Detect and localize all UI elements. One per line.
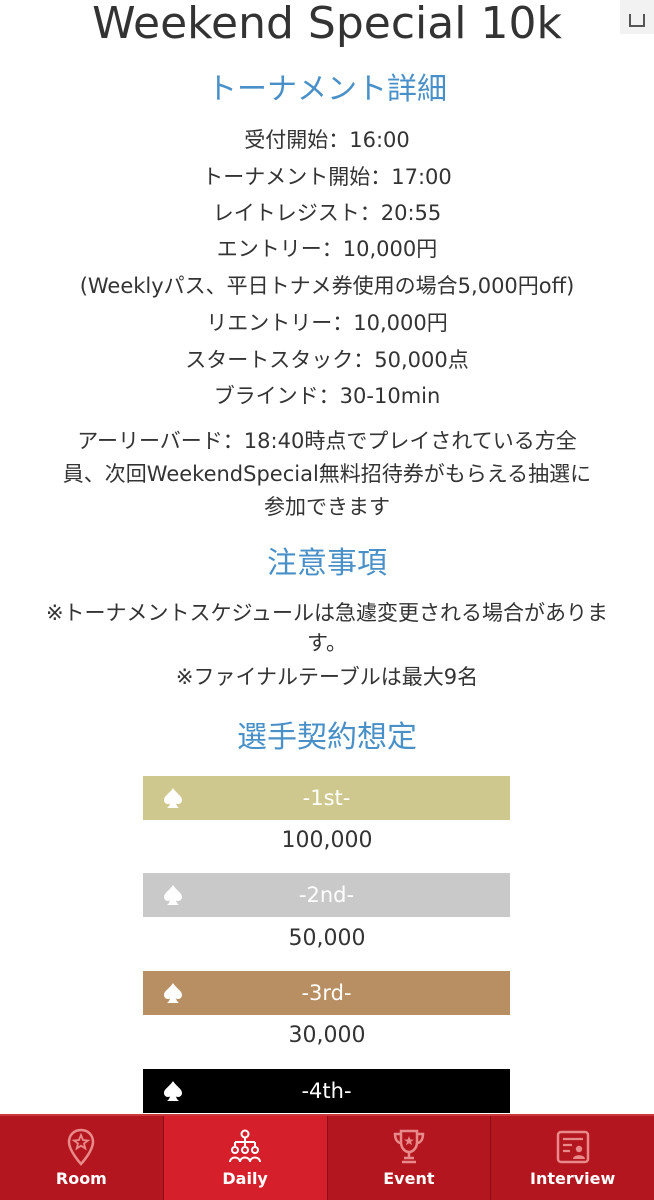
detail-line-discount: (Weeklyパス、平日トナメ券使用の場合5,000円off) xyxy=(79,274,575,298)
prize-bar-1st: -1st- xyxy=(143,776,510,820)
prize-bar-3rd: -3rd- xyxy=(143,971,510,1015)
share-glyph xyxy=(629,14,645,27)
tournament-bracket-icon xyxy=(229,1129,262,1163)
detail-line-stack: スタートスタック：50,000点 xyxy=(185,348,469,372)
detail-line-entry: エントリー：10,000円 xyxy=(216,237,438,261)
early-bird-line-3: 参加できます xyxy=(264,495,390,519)
prize-bar-2nd: -2nd- xyxy=(143,873,510,917)
tab-room[interactable]: Room xyxy=(0,1116,164,1200)
tab-interview-label: Interview xyxy=(529,1169,616,1188)
detail-line-blinds: ブラインド：30-10min xyxy=(213,384,441,408)
note-line-3: ※ファイナルテーブルは最大9名 xyxy=(175,665,479,689)
prize-label-2nd: -2nd- xyxy=(298,883,355,907)
prize-label-1st: -1st- xyxy=(302,786,351,810)
detail-line-late-reg: レイトレジスト：20:55 xyxy=(212,201,442,225)
prize-label-3rd: -3rd- xyxy=(301,981,352,1005)
page-title: Weekend Special 10k xyxy=(92,0,562,49)
map-pin-star-icon xyxy=(68,1128,95,1166)
tournament-page: Weekend Special 10k トーナメント詳細 受付開始：16:00 … xyxy=(0,0,654,1200)
tab-interview[interactable]: Interview xyxy=(491,1116,654,1200)
tab-event[interactable]: Event xyxy=(328,1116,492,1200)
news-person-icon xyxy=(556,1130,589,1164)
tab-daily-label: Daily xyxy=(222,1169,268,1188)
prize-bar-4th: -4th- xyxy=(143,1069,510,1113)
prizes-heading: 選手契約想定 xyxy=(237,720,417,755)
tab-room-label: Room xyxy=(55,1169,107,1188)
bottom-tab-bar: Room Daily Event Interview xyxy=(0,1114,654,1200)
tab-daily[interactable]: Daily xyxy=(163,1116,328,1200)
prize-value-3rd: 30,000 xyxy=(288,1023,366,1048)
detail-line-reentry: リエントリー：10,000円 xyxy=(206,311,448,335)
details-heading: トーナメント詳細 xyxy=(207,72,447,107)
prize-label-4th: -4th- xyxy=(301,1079,352,1103)
prize-value-2nd: 50,000 xyxy=(288,926,366,951)
detail-line-reception: 受付開始：16:00 xyxy=(244,128,410,152)
note-line-1: ※トーナメントスケジュールは急遽変更される場合がありま xyxy=(45,601,609,625)
note-line-2: す。 xyxy=(307,631,347,655)
early-bird-line-1: アーリーバード：18:40時点でプレイされている方全 xyxy=(77,429,577,453)
trophy-icon xyxy=(393,1129,425,1164)
detail-line-start: トーナメント開始：17:00 xyxy=(202,165,452,189)
early-bird-line-2: 員、次回WeekendSpecial無料招待券がもらえる抽選に xyxy=(62,462,592,486)
notes-heading: 注意事項 xyxy=(267,546,387,581)
prize-value-1st: 100,000 xyxy=(281,828,373,853)
share-icon[interactable] xyxy=(620,0,654,34)
tab-event-label: Event xyxy=(383,1169,435,1188)
